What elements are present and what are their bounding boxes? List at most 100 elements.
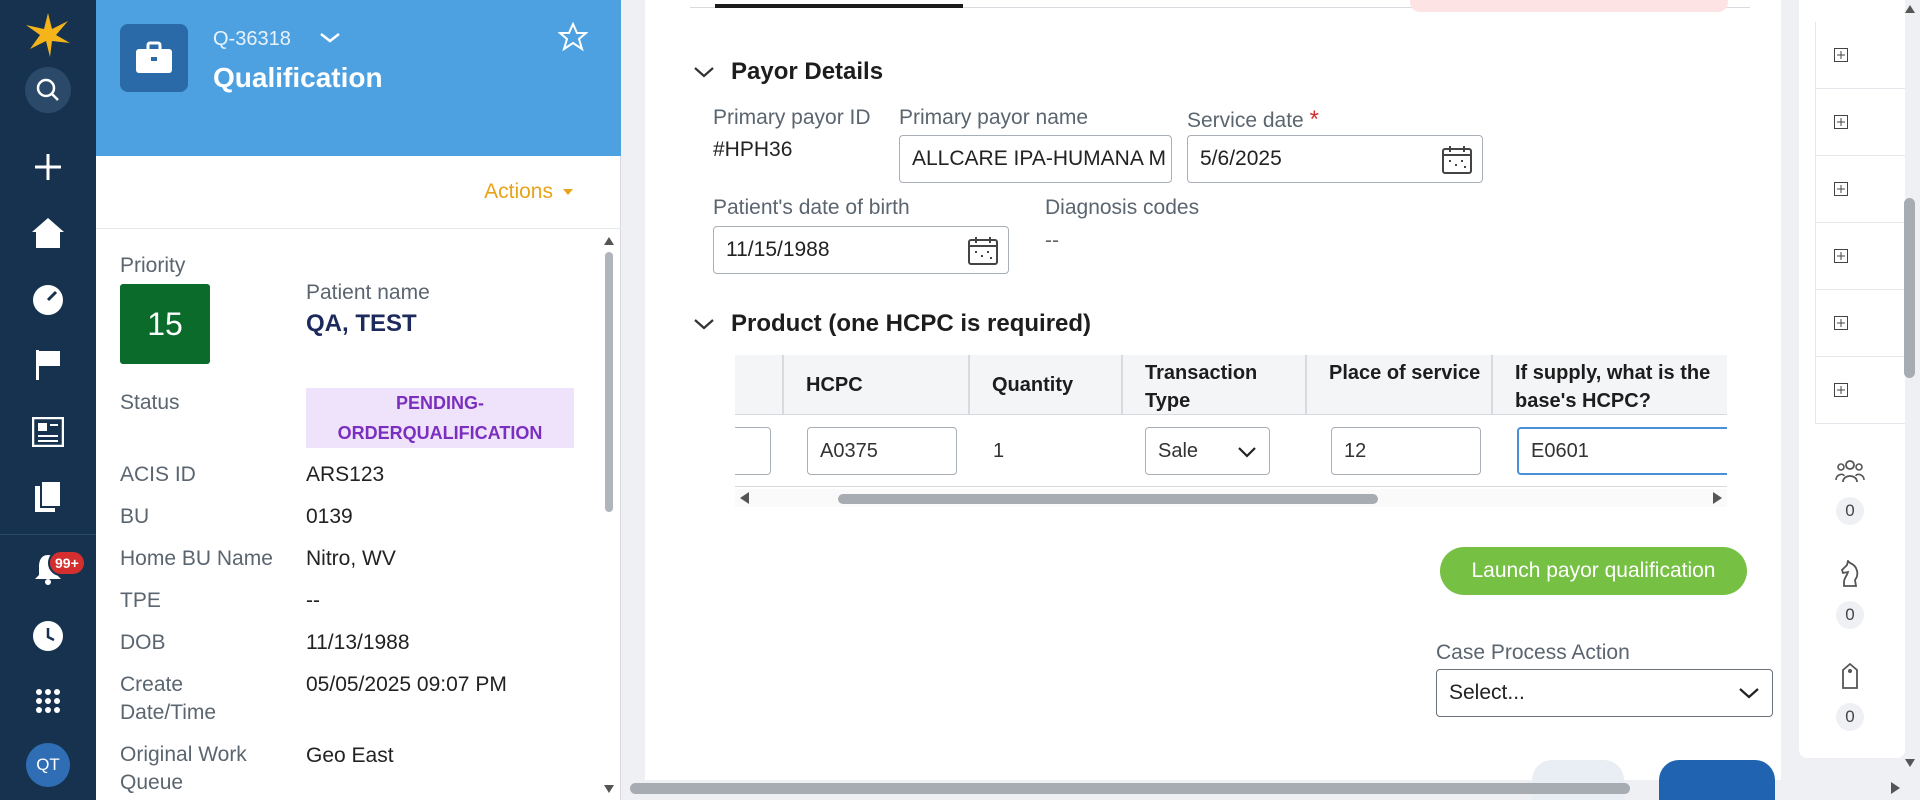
search-icon[interactable]	[0, 65, 96, 115]
payor-details-header[interactable]: Payor Details	[693, 58, 883, 86]
panel-scrollbar[interactable]	[603, 234, 615, 794]
transaction-type-select[interactable]: Sale	[1145, 427, 1270, 475]
service-date-field[interactable]: 5/6/2025	[1187, 135, 1483, 183]
patient-dob-label: Patient's date of birth	[713, 196, 910, 219]
field-value-acis-id: ARS123	[306, 463, 385, 486]
service-date-value: 5/6/2025	[1200, 147, 1282, 170]
strategy-tool[interactable]: 0	[1815, 559, 1885, 629]
briefcase-icon	[120, 24, 188, 92]
hcpc-input[interactable]: A0375	[807, 427, 957, 475]
field-label-work-queue: Original Work Queue	[120, 743, 247, 794]
utility-expand-row[interactable]	[1815, 22, 1905, 89]
scroll-right-icon[interactable]	[1711, 491, 1723, 505]
case-summary-panel: Q-36318 Qualification Actions Priority 1…	[96, 0, 621, 800]
field-label-dob: DOB	[120, 631, 166, 654]
scroll-left-icon[interactable]	[739, 491, 751, 505]
scroll-up-icon[interactable]	[1904, 4, 1916, 14]
product-title: Product (one HCPC is required)	[731, 310, 1092, 337]
logo-icon[interactable]	[0, 10, 96, 60]
patient-name-label: Patient name	[306, 281, 430, 304]
field-value-dob: 11/13/1988	[306, 631, 410, 654]
utility-expand-row[interactable]	[1815, 89, 1905, 156]
primary-payor-id-label: Primary payor ID	[713, 106, 871, 129]
qualification-card: Payor Details Primary payor ID #HPH36 Pr…	[645, 0, 1781, 800]
case-header: Q-36318 Qualification	[96, 0, 621, 156]
diagnosis-codes-value: --	[1045, 229, 1059, 252]
scroll-up-icon[interactable]	[603, 236, 615, 246]
table-horizontal-scrollbar[interactable]	[735, 489, 1727, 507]
avatar: QT	[26, 743, 70, 787]
utility-expand-row[interactable]	[1815, 290, 1905, 357]
column-header-empty	[735, 355, 782, 415]
calendar-icon[interactable]	[1442, 146, 1472, 174]
notification-badge: 99+	[48, 550, 86, 576]
payor-details-title: Payor Details	[731, 58, 884, 85]
case-process-action-label: Case Process Action	[1436, 641, 1630, 664]
utility-expand-row[interactable]	[1815, 156, 1905, 223]
launch-payor-qualification-button[interactable]: Launch payor qualification	[1440, 547, 1747, 595]
news-icon[interactable]	[0, 407, 96, 457]
history-icon[interactable]	[0, 611, 96, 661]
expand-plus-icon	[1834, 115, 1848, 129]
dashboard-icon[interactable]	[0, 275, 96, 325]
transaction-type-value: Sale	[1158, 439, 1199, 462]
field-value-create-date: 05/05/2025 09:07 PM	[306, 673, 507, 696]
table-row: A0375 1 Sale 12 E0601	[735, 415, 1727, 487]
primary-payor-name-field[interactable]: ALLCARE IPA-HUMANA M	[899, 135, 1172, 183]
page-vertical-scrollbar[interactable]	[1900, 0, 1920, 800]
primary-payor-name-label: Primary payor name	[899, 106, 1089, 129]
page-vertical-scroll-thumb[interactable]	[1904, 198, 1915, 378]
column-header-hcpc[interactable]: HCPC	[782, 355, 968, 415]
case-process-action-select[interactable]: Select...	[1436, 669, 1773, 717]
column-header-base-hcpc[interactable]: If supply, what is the base's HCPC?	[1491, 355, 1727, 415]
product-header[interactable]: Product (one HCPC is required)	[693, 310, 1091, 338]
apps-grid-icon[interactable]	[0, 676, 96, 726]
home-icon[interactable]	[0, 208, 96, 258]
rail-divider	[0, 534, 96, 535]
chevron-down-icon[interactable]	[318, 26, 342, 55]
tag-icon	[1842, 662, 1858, 689]
chevron-down-icon	[1238, 447, 1256, 458]
utility-expand-row[interactable]	[1815, 223, 1905, 290]
expand-plus-icon	[1834, 249, 1848, 263]
actions-menu-button[interactable]: Actions	[484, 180, 573, 204]
calendar-icon[interactable]	[968, 237, 998, 265]
people-icon	[1835, 460, 1865, 483]
status-line-2: ORDERQUALIFICATION	[337, 423, 543, 443]
patient-dob-field[interactable]: 11/15/1988	[713, 226, 1009, 274]
notifications-button[interactable]: 99+	[0, 544, 96, 594]
column-header-transaction-type[interactable]: Transaction Type	[1121, 355, 1305, 415]
expand-plus-icon	[1834, 383, 1848, 397]
user-avatar-button[interactable]: QT	[0, 740, 96, 790]
service-date-label-text: Service date	[1187, 109, 1304, 132]
status-label: Status	[120, 391, 180, 414]
nav-rail: 99+ QT	[0, 0, 96, 800]
field-value-tpe: --	[306, 589, 320, 612]
base-hcpc-input[interactable]: E0601	[1517, 427, 1727, 475]
column-header-quantity[interactable]: Quantity	[968, 355, 1121, 415]
page-scroll-thumb[interactable]	[630, 783, 1630, 794]
chevron-down-icon	[694, 67, 714, 78]
scroll-down-icon[interactable]	[603, 784, 615, 794]
expand-plus-icon	[1834, 48, 1848, 62]
row-select-cell[interactable]	[735, 427, 771, 475]
utility-expand-row[interactable]	[1815, 357, 1905, 424]
tags-tool[interactable]: 0	[1815, 662, 1885, 731]
followers-tool[interactable]: 0	[1815, 458, 1885, 525]
place-of-service-input[interactable]: 12	[1331, 427, 1481, 475]
utility-panel: 0 0 0	[1799, 0, 1905, 758]
documents-icon[interactable]	[0, 472, 96, 522]
field-value-home-bu: Nitro, WV	[306, 547, 396, 570]
page-horizontal-scrollbar[interactable]	[622, 778, 1905, 798]
field-label-tpe: TPE	[120, 589, 161, 612]
flag-icon[interactable]	[0, 340, 96, 390]
patient-dob-value: 11/15/1988	[726, 238, 830, 261]
scroll-down-icon[interactable]	[1904, 758, 1916, 768]
table-scroll-thumb[interactable]	[838, 494, 1378, 504]
star-icon[interactable]	[557, 21, 589, 57]
table-header: HCPC Quantity Transaction Type Place of …	[735, 355, 1727, 415]
plus-icon[interactable]	[0, 142, 96, 192]
expand-plus-icon	[1834, 316, 1848, 330]
panel-scroll-thumb[interactable]	[605, 252, 613, 512]
column-header-place-of-service[interactable]: Place of service	[1305, 355, 1491, 415]
